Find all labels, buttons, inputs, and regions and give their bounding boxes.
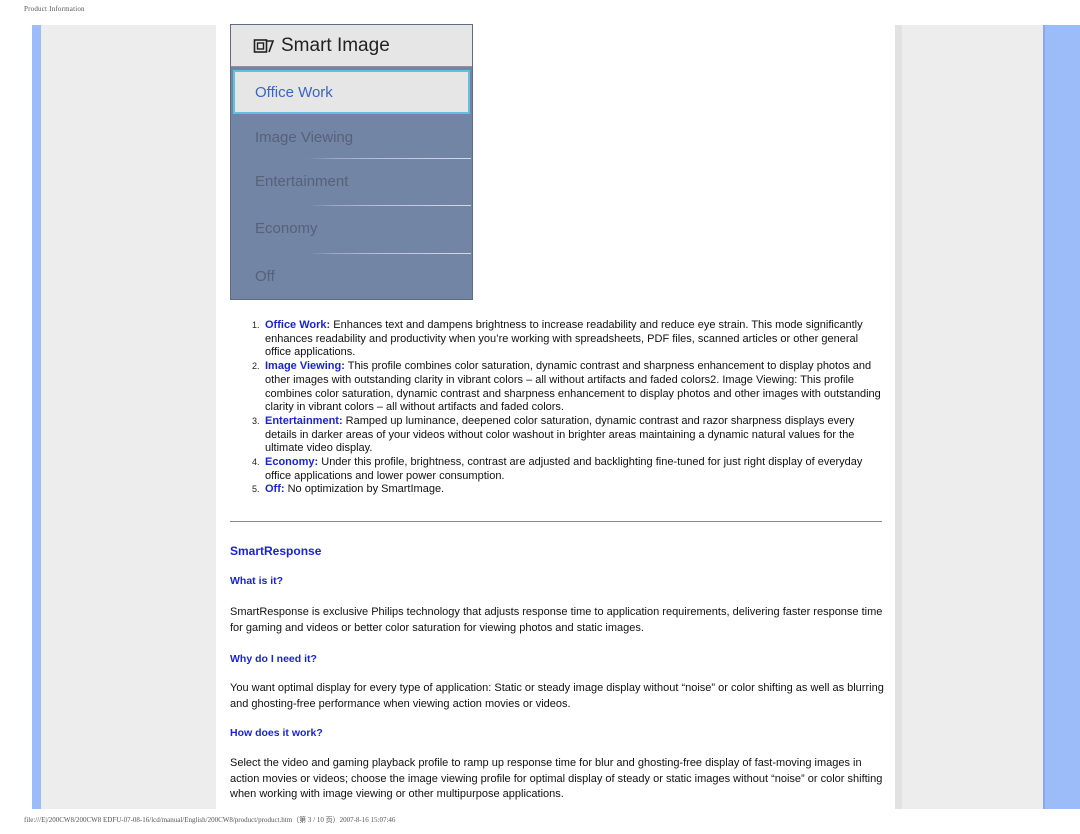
osd-item-off[interactable]: Off: [255, 268, 275, 285]
profile-name: Entertainment:: [265, 414, 343, 427]
smart-image-icon: [253, 38, 275, 53]
what-is-it-heading: What is it?: [230, 575, 284, 587]
profile-item: 2. Image Viewing: This profile combines c…: [252, 360, 881, 414]
profile-name: Image Viewing:: [265, 360, 345, 373]
osd-separator: [308, 158, 471, 159]
what-is-it-text: SmartResponse is exclusive Philips techn…: [230, 606, 883, 634]
osd-title-label: Smart Image: [281, 34, 390, 56]
left-panel: [41, 25, 216, 809]
osd-item-economy[interactable]: Economy: [255, 220, 318, 237]
how-does-it-work-text: Select the video and gaming playback pro…: [230, 757, 883, 800]
right-accent-bar: [1043, 25, 1080, 809]
why-need-it-heading: Why do I need it?: [230, 653, 317, 665]
left-accent-bar: [32, 25, 41, 809]
profile-name: Economy:: [265, 456, 319, 469]
why-need-it-text: You want optimal display for every type …: [230, 682, 884, 710]
smartresponse-heading: SmartResponse: [230, 544, 322, 558]
profile-name: Off:: [265, 483, 285, 496]
how-does-it-work-heading: How does it work?: [230, 727, 323, 739]
osd-item-image-viewing[interactable]: Image Viewing: [255, 129, 353, 146]
profile-description: Under this profile, brightness, contrast…: [265, 456, 863, 482]
profile-name: Office Work:: [265, 319, 331, 331]
profile-description: This profile combines color saturation, …: [265, 360, 881, 414]
profile-description: No optimization by SmartImage.: [284, 483, 445, 496]
osd-separator: [308, 205, 471, 206]
profile-description: Ramped up luminance, deepened color satu…: [265, 414, 855, 455]
osd-title: Smart Image: [231, 25, 472, 67]
profile-item: 3. Entertainment: Ramped up luminance, de…: [252, 414, 855, 455]
right-panel: [895, 25, 1045, 809]
profile-item: 1. Office Work: Enhances text and dampens…: [252, 319, 863, 359]
profile-item: 4. Economy: Under this profile, brightnes…: [252, 456, 863, 482]
osd-separator: [308, 253, 471, 254]
page-header: Product Information: [24, 5, 85, 13]
smart-image-osd-menu: Smart Image Office Work Image Viewing En…: [230, 24, 473, 300]
section-divider: [230, 521, 882, 522]
profile-item: 5. Off: No optimization by SmartImage.: [252, 483, 445, 496]
osd-item-office-work[interactable]: Office Work: [233, 70, 470, 114]
profile-list: 1. Office Work: Enhances text and dampens…: [252, 319, 884, 497]
osd-item-entertainment[interactable]: Entertainment: [255, 173, 348, 190]
profile-description: Enhances text and dampens brightness to …: [265, 319, 863, 359]
page-footer: file:///E|/200CW8/200CW8 EDFU-07-08-16/l…: [24, 816, 396, 824]
